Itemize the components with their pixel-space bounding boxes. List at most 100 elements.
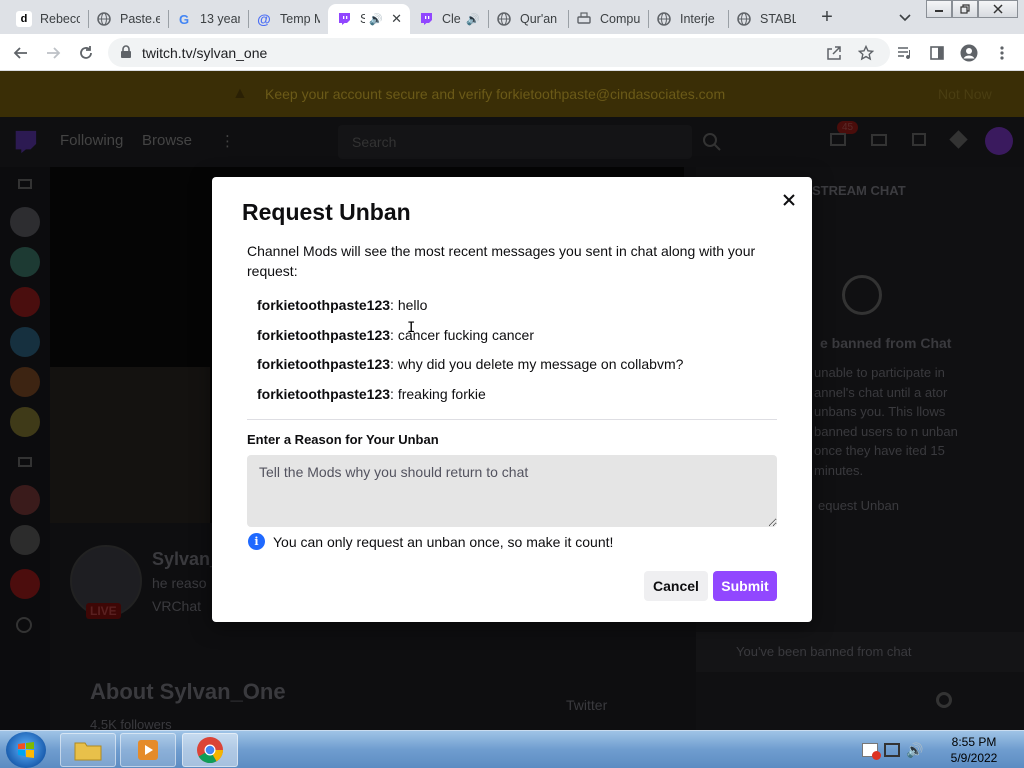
nav-following: Following xyxy=(60,132,124,149)
speaker-icon[interactable]: 🔊 xyxy=(466,13,480,26)
close-modal-icon[interactable] xyxy=(778,189,800,211)
twitch-search-box: Search xyxy=(338,125,692,159)
message-username: forkietoothpaste123 xyxy=(257,386,391,402)
modal-intro-text: Channel Mods will see the most recent me… xyxy=(247,243,756,279)
restore-window-button[interactable] xyxy=(952,0,978,18)
avatar xyxy=(10,367,40,397)
browser-tab[interactable]: Compu xyxy=(568,4,648,34)
inbox-icon xyxy=(830,133,846,146)
submit-button[interactable]: Submit xyxy=(713,571,777,601)
d-logo-icon: d xyxy=(16,11,32,27)
globe-icon xyxy=(736,11,752,27)
volume-icon[interactable]: 🔊 xyxy=(906,742,923,759)
chrome-taskbar-icon[interactable] xyxy=(182,733,238,767)
warning-icon: ▲ xyxy=(232,85,248,102)
avatar xyxy=(10,207,40,237)
bookmark-star-icon[interactable] xyxy=(855,42,877,64)
profile-avatar-icon[interactable] xyxy=(958,42,980,64)
video-camera-icon xyxy=(18,179,32,189)
printer-icon xyxy=(576,11,592,27)
chat-message: forkietoothpaste123: hello xyxy=(257,297,427,313)
file-explorer-taskbar-icon[interactable] xyxy=(60,733,116,767)
message-username: forkietoothpaste123 xyxy=(257,356,391,372)
followed-channels-sidebar xyxy=(0,167,50,730)
reload-icon[interactable] xyxy=(75,42,97,64)
browser-tab[interactable]: STABLE xyxy=(728,4,804,34)
user-avatar xyxy=(985,127,1013,155)
globe-icon xyxy=(496,11,512,27)
close-window-button[interactable] xyxy=(978,0,1018,18)
at-icon: @ xyxy=(257,11,271,27)
whispers-icon xyxy=(912,133,926,146)
mail-icon xyxy=(871,134,887,146)
browser-tab[interactable]: G 13 year xyxy=(168,4,248,34)
taskbar-clock[interactable]: 8:55 PM 5/9/2022 xyxy=(943,734,1005,766)
text-cursor-icon: I xyxy=(407,320,416,336)
avatar xyxy=(10,287,40,317)
action-center-flag-icon[interactable] xyxy=(862,743,881,760)
system-tray: 🔊 xyxy=(862,731,923,768)
cancel-button[interactable]: Cancel xyxy=(644,571,708,601)
info-text: You can only request an unban once, so m… xyxy=(273,533,614,550)
forward-arrow-icon[interactable] xyxy=(42,42,64,64)
twitch-icon xyxy=(336,11,352,27)
avatar xyxy=(10,247,40,277)
lock-icon[interactable] xyxy=(120,45,132,64)
browser-tab[interactable]: Cle 🔊 xyxy=(410,4,488,34)
nav-browse: Browse xyxy=(142,132,193,149)
video-camera-icon xyxy=(18,457,32,467)
back-arrow-icon[interactable] xyxy=(10,42,32,64)
divider xyxy=(247,419,777,420)
media-player-taskbar-icon[interactable] xyxy=(120,733,176,767)
windows-taskbar: 🔊 8:55 PM 5/9/2022 xyxy=(0,730,1024,768)
address-bar[interactable]: twitch.tv/sylvan_one xyxy=(108,38,890,67)
about-heading: About Sylvan_One xyxy=(90,679,286,704)
search-icon xyxy=(702,132,722,157)
browser-tab[interactable]: d Rebecc xyxy=(8,4,88,34)
browser-tab[interactable]: Paste.e xyxy=(88,4,168,34)
kebab-menu-icon[interactable] xyxy=(991,42,1013,64)
browser-tab[interactable]: Interje xyxy=(648,4,728,34)
message-username: forkietoothpaste123 xyxy=(257,327,391,343)
not-now-link: Not Now xyxy=(938,86,992,102)
people-icon xyxy=(16,617,32,633)
chat-message: forkietoothpaste123: freaking forkie xyxy=(257,386,486,402)
browser-tab-active[interactable]: S 🔊 ✕ xyxy=(328,4,410,34)
browser-tab-strip: d Rebecc Paste.e G 13 year @ Temp M S 🔊 … xyxy=(0,0,1024,34)
minimize-window-button[interactable] xyxy=(926,0,952,18)
live-badge: LIVE xyxy=(86,603,121,619)
info-note: i You can only request an unban once, so… xyxy=(248,533,613,550)
channel-name: Sylvan_ xyxy=(152,549,221,569)
banned-icon xyxy=(842,275,882,315)
unban-reason-textarea[interactable] xyxy=(247,455,777,527)
more-dots-icon: ⋮ xyxy=(220,133,235,150)
network-icon[interactable] xyxy=(884,743,900,757)
crown-icon xyxy=(949,130,968,149)
tab-search-chevron-icon[interactable] xyxy=(896,8,914,26)
speaker-icon[interactable]: 🔊 xyxy=(369,13,383,26)
browser-toolbar: twitch.tv/sylvan_one xyxy=(0,34,1024,71)
message-username: forkietoothpaste123 xyxy=(257,297,391,313)
reason-label: Enter a Reason for Your Unban xyxy=(247,432,439,447)
close-tab-icon[interactable]: ✕ xyxy=(391,11,402,27)
browser-tab[interactable]: @ Temp M xyxy=(248,4,328,34)
message-text: : why did you delete my message on colla… xyxy=(390,356,684,372)
new-tab-button[interactable]: + xyxy=(816,6,838,28)
browser-tab[interactable]: Qur'an xyxy=(488,4,568,34)
windows-start-button[interactable] xyxy=(6,732,46,768)
google-icon: G xyxy=(178,11,190,27)
avatar xyxy=(10,569,40,599)
globe-icon xyxy=(96,11,112,27)
modal-title: Request Unban xyxy=(242,199,411,225)
twitch-top-nav: Following Browse ⋮ Search 45 xyxy=(0,117,1024,167)
avatar xyxy=(10,407,40,437)
media-control-icon[interactable] xyxy=(894,42,916,64)
twitch-icon xyxy=(418,11,434,27)
info-icon: i xyxy=(248,533,265,550)
url-text: twitch.tv/sylvan_one xyxy=(142,45,268,61)
share-icon[interactable] xyxy=(823,42,845,64)
side-panel-icon[interactable] xyxy=(926,42,948,64)
verify-email-banner: ▲ Keep your account secure and verify fo… xyxy=(0,71,1024,117)
twitch-logo-icon xyxy=(12,129,38,160)
globe-icon xyxy=(656,11,672,27)
